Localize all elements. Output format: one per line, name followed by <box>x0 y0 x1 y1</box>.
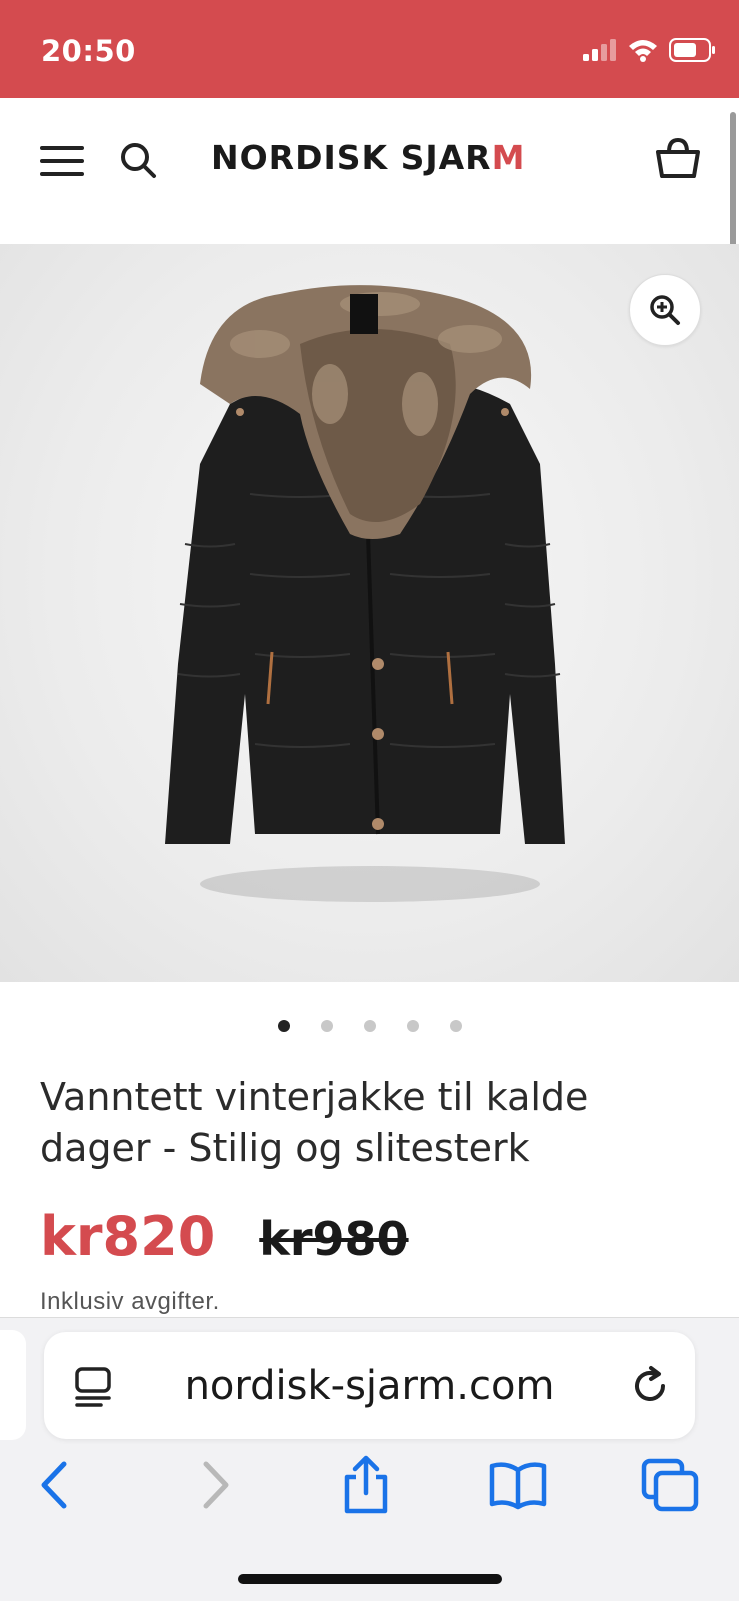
back-icon <box>41 1461 67 1509</box>
browser-toolbar <box>0 1453 739 1523</box>
site-logo[interactable]: NORDISK SJARM <box>211 138 525 177</box>
cart-button[interactable] <box>655 136 701 182</box>
wifi-icon <box>627 38 659 67</box>
logo-accent: M <box>491 138 526 177</box>
product-title: Vanntett vinterjakke til kalde dager - S… <box>40 1075 589 1170</box>
gallery-pagination <box>0 1020 739 1032</box>
menu-icon <box>40 146 84 150</box>
gallery-dot-3[interactable] <box>363 1020 376 1032</box>
browser-bottom-bar: nordisk-sjarm.com <box>0 1317 739 1601</box>
sale-price: kr820 <box>40 1205 216 1268</box>
price-row: kr820 kr980 <box>40 1205 409 1268</box>
gallery-dot-4[interactable] <box>406 1020 419 1032</box>
zoom-in-icon <box>650 295 680 325</box>
search-button[interactable] <box>118 140 158 180</box>
battery-icon <box>669 38 717 67</box>
share-icon <box>344 1455 388 1514</box>
page-scrollbar[interactable] <box>730 112 736 252</box>
reload-icon <box>635 1366 665 1401</box>
product-photo <box>165 285 565 902</box>
tabs-icon <box>641 1458 699 1512</box>
address-bar[interactable]: nordisk-sjarm.com <box>44 1332 695 1439</box>
product-image[interactable] <box>0 244 739 982</box>
forward-icon <box>203 1461 229 1509</box>
tax-note: Inklusiv avgifter. <box>40 1288 220 1315</box>
status-time: 20:50 <box>41 34 136 68</box>
search-icon <box>121 143 156 178</box>
back-button[interactable] <box>24 1453 88 1517</box>
forward-button[interactable] <box>182 1453 246 1517</box>
gallery-dot-5[interactable] <box>449 1020 462 1032</box>
compare-price: kr980 <box>259 1212 409 1266</box>
url-text: nordisk-sjarm.com <box>184 1363 555 1409</box>
site-header: NORDISK SJARM <box>0 98 739 244</box>
gallery-dot-2[interactable] <box>320 1020 333 1032</box>
zoom-button[interactable] <box>629 274 701 346</box>
menu-button[interactable] <box>40 146 84 180</box>
status-icons <box>583 38 717 67</box>
home-indicator[interactable] <box>238 1574 502 1584</box>
previous-tab-peek[interactable] <box>0 1330 26 1440</box>
reload-button[interactable] <box>629 1364 673 1408</box>
bookmarks-icon <box>489 1462 547 1510</box>
bookmarks-button[interactable] <box>486 1453 550 1517</box>
status-bar: 20:50 <box>0 0 739 98</box>
cellular-signal-icon <box>583 39 617 66</box>
tabs-button[interactable] <box>638 1453 702 1517</box>
gallery-dot-1[interactable] <box>277 1020 290 1032</box>
share-button[interactable] <box>334 1453 398 1517</box>
logo-text: NORDISK SJAR <box>211 138 492 177</box>
cart-icon <box>656 137 700 178</box>
